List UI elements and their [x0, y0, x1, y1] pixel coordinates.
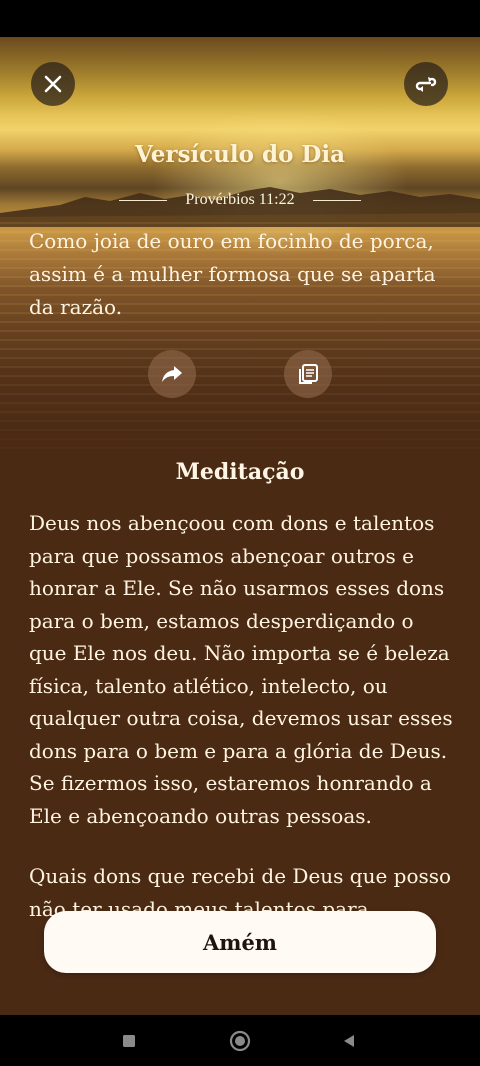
close-button[interactable] — [31, 62, 75, 106]
meditation-paragraph: Deus nos abençoou com dons e talentos pa… — [29, 511, 453, 828]
verse-reference: Provérbios 11:22 — [185, 191, 295, 208]
nav-recents-button[interactable] — [118, 1030, 140, 1052]
verse-of-the-day-screen: Versículo do Dia Provérbios 11:22 Como j… — [0, 37, 480, 1015]
divider-left — [119, 199, 168, 201]
hero-fade — [0, 337, 480, 467]
nav-home-button[interactable] — [229, 1030, 251, 1052]
copy-button[interactable] — [284, 350, 332, 398]
close-icon — [44, 75, 62, 93]
share-icon — [162, 366, 182, 382]
meditation-body: Deus nos abençoou com dons e talentos pa… — [29, 507, 453, 953]
copy-icon — [299, 364, 318, 384]
verse-reference-row: Provérbios 11:22 — [0, 188, 480, 212]
share-button[interactable] — [148, 350, 196, 398]
square-icon — [123, 1035, 135, 1047]
swap-button[interactable] — [404, 62, 448, 106]
nav-back-button[interactable] — [338, 1030, 360, 1052]
system-navigation-bar — [0, 1015, 480, 1066]
circle-icon — [229, 1030, 251, 1052]
swap-icon — [415, 77, 437, 92]
verse-text: Como joia de ouro em focinho de porca, a… — [29, 229, 436, 319]
meditation-title: Meditação — [175, 459, 305, 485]
triangle-back-icon — [344, 1035, 354, 1047]
status-bar — [0, 0, 480, 37]
page-title: Versículo do Dia — [135, 141, 345, 168]
divider-right — [312, 199, 361, 201]
amen-button[interactable]: Amém — [44, 911, 436, 973]
